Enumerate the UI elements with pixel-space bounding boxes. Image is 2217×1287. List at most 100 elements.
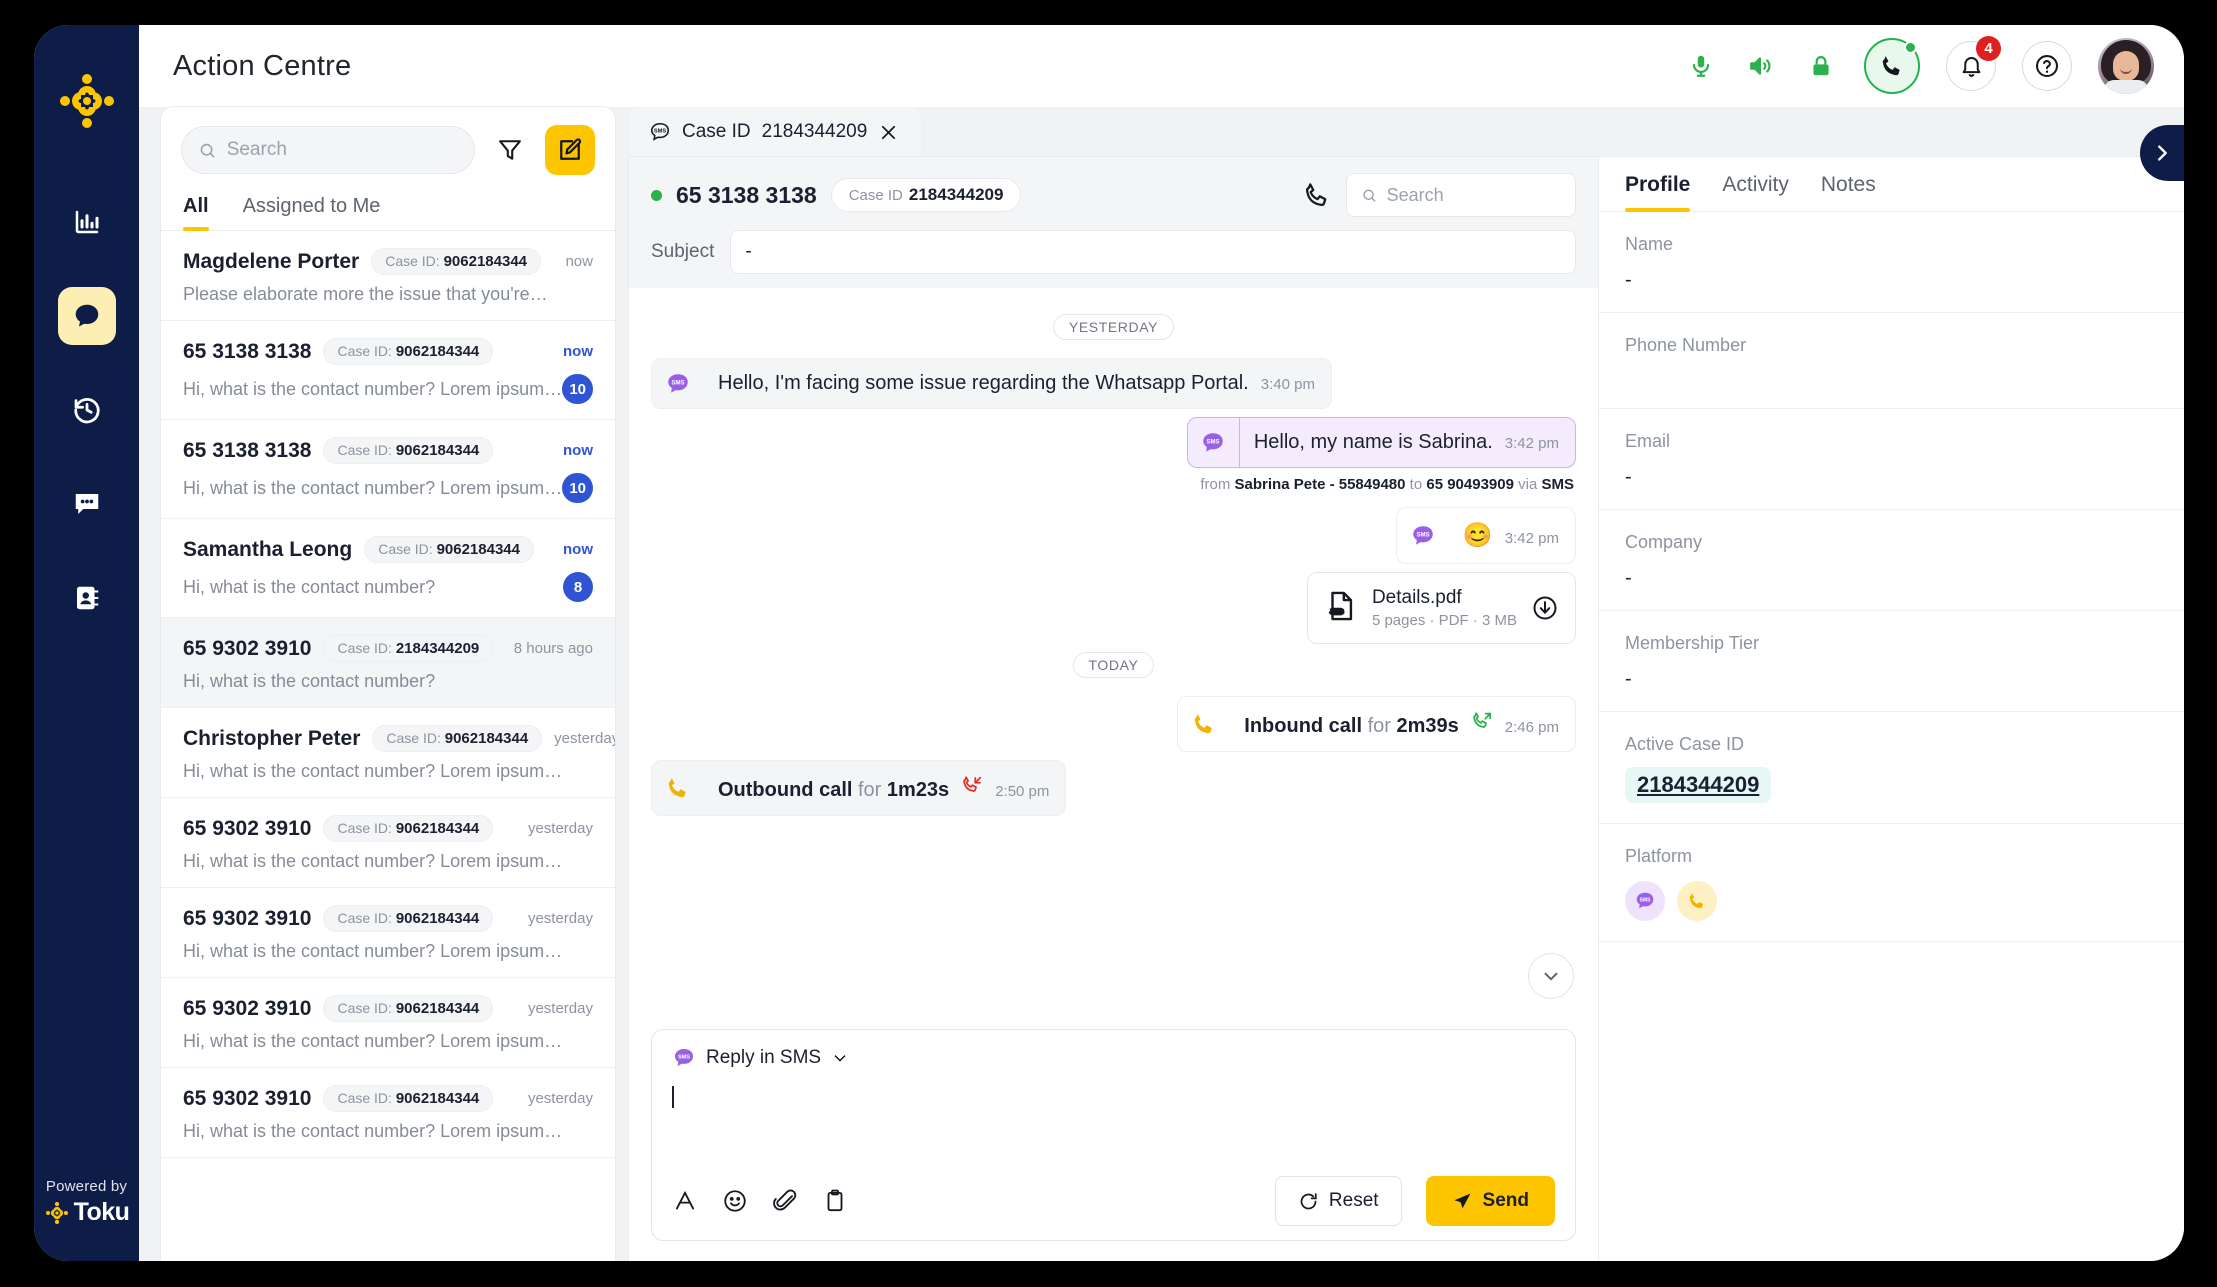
profile-panel: Profile Activity Notes Name - Phone Number… xyxy=(1598,157,2184,1261)
list-item-preview: Please elaborate more the issue that you… xyxy=(183,284,548,304)
send-label: Send xyxy=(1482,1190,1529,1211)
chevron-down-icon[interactable] xyxy=(831,1049,849,1067)
case-label: Case ID: xyxy=(337,1000,392,1016)
case-id: 9062184344 xyxy=(395,910,480,927)
sms-bubble-icon: SMS xyxy=(650,122,670,141)
chevron-down-icon[interactable] xyxy=(1528,953,1574,999)
tab-activity[interactable]: Activity xyxy=(1722,173,1789,211)
message-emoji: 😊 xyxy=(1462,522,1493,549)
call-entry[interactable]: Inbound call for 2m39s 2:46 pm xyxy=(1177,696,1576,752)
refresh-icon xyxy=(1300,1192,1317,1209)
thread-case-label: Case ID xyxy=(848,187,903,204)
profile-field-value: - xyxy=(1625,466,1632,488)
emoji-icon[interactable] xyxy=(722,1188,748,1214)
profile-tabs: Profile Activity Notes xyxy=(1599,157,2184,212)
list-item-case-pill: Case ID: 9062184344 xyxy=(364,536,534,563)
help-icon[interactable] xyxy=(2022,41,2072,91)
profile-field: Company - xyxy=(1599,510,2184,611)
sidebar-item-history[interactable] xyxy=(58,381,116,439)
sms-bubble-icon: SMS xyxy=(1413,525,1433,545)
message-bubble[interactable]: SMS Hello, I'm facing some issue regardin… xyxy=(651,358,1332,409)
list-item[interactable]: Magdelene Porter Case ID: 9062184344 now Pl… xyxy=(161,231,615,321)
list-item[interactable]: 65 9302 3910 Case ID: 9062184344 yesterday… xyxy=(161,888,615,978)
reset-button[interactable]: Reset xyxy=(1274,1176,1402,1226)
thread-search-box[interactable] xyxy=(1346,173,1576,217)
list-item[interactable]: 65 9302 3910 Case ID: 9062184344 yesterday… xyxy=(161,978,615,1068)
search-input[interactable] xyxy=(226,139,458,161)
download-icon[interactable] xyxy=(1531,594,1559,622)
attachment-icon[interactable] xyxy=(772,1188,798,1214)
list-item[interactable]: 65 9302 3910 Case ID: 9062184344 yesterday… xyxy=(161,1068,615,1158)
list-item-name: 65 3138 3138 xyxy=(183,339,312,363)
active-case-id-chip[interactable]: 2184344209 xyxy=(1625,767,1772,803)
compose-pencil-icon[interactable] xyxy=(545,125,595,175)
list-item-case-pill: Case ID: 9062184344 xyxy=(323,1085,494,1112)
message-bubble[interactable]: SMS 😊 3:42 pm xyxy=(1395,507,1576,564)
text-format-icon[interactable] xyxy=(672,1188,698,1214)
case-label: Case ID: xyxy=(337,910,392,926)
list-item-preview: Hi, what is the contact number? Lorem ip… xyxy=(183,851,563,871)
sms-channel-icon: SMS xyxy=(1188,418,1240,467)
message-row: SMS Hello, I'm facing some issue regardin… xyxy=(651,358,1576,409)
search-box[interactable] xyxy=(181,126,475,174)
thread-case-id: 2184344209 xyxy=(908,185,1004,204)
thread-case-pill: Case ID 2184344209 xyxy=(830,178,1022,212)
sms-bubble-icon: SMS xyxy=(1203,432,1224,452)
list-item[interactable]: Samantha Leong Case ID: 9062184344 now Hi, … xyxy=(161,519,615,618)
case-id: 2184344209 xyxy=(395,640,480,657)
reply-channel-selector[interactable]: SMS Reply in SMS xyxy=(672,1046,1555,1070)
list-item[interactable]: 65 3138 3138 Case ID: 9062184344 now Hi, wh… xyxy=(161,321,615,420)
list-item-preview: Hi, what is the contact number? xyxy=(183,576,436,597)
subject-label: Subject xyxy=(651,241,715,262)
tab-all[interactable]: All xyxy=(183,189,209,231)
chat-tab-case-id: 2184344209 xyxy=(761,121,868,142)
microphone-icon[interactable] xyxy=(1684,49,1718,83)
sms-platform-icon[interactable]: SMS xyxy=(1625,881,1665,921)
speaker-icon[interactable] xyxy=(1744,49,1778,83)
lock-icon[interactable] xyxy=(1804,49,1838,83)
sidebar-item-contacts[interactable] xyxy=(58,569,116,627)
sidebar-item-conversations[interactable] xyxy=(57,287,116,345)
powered-by-footer: Powered by Toku xyxy=(34,1178,139,1227)
app-window: Powered by Toku Action Centre 4 Search A… xyxy=(34,25,2184,1261)
day-separator: YESTERDAY xyxy=(651,314,1576,340)
message-time: 3:40 pm xyxy=(1260,376,1315,393)
message-row: Inbound call for 2m39s 2:46 pm xyxy=(651,696,1576,752)
phone-outline-icon[interactable] xyxy=(1302,180,1332,210)
list-item[interactable]: 65 9302 3910 Case ID: 9062184344 yesterday… xyxy=(161,798,615,888)
sidebar-item-analytics[interactable] xyxy=(58,193,116,251)
call-entry[interactable]: Outbound call for 1m23s 2:50 pm xyxy=(651,760,1067,816)
filter-funnel-icon[interactable] xyxy=(491,131,529,169)
avatar[interactable] xyxy=(2098,38,2154,94)
list-item-time: yesterday xyxy=(527,820,593,837)
list-item[interactable]: Christopher Peter Case ID: 9062184344 yest… xyxy=(161,708,615,798)
conversation-toolbar xyxy=(161,107,615,189)
conversation-list[interactable]: Magdelene Porter Case ID: 9062184344 now Pl… xyxy=(161,231,615,1261)
chat-tab[interactable]: SMS Case ID 2184344209 xyxy=(629,107,922,157)
tab-profile[interactable]: Profile xyxy=(1625,173,1691,212)
reply-textarea[interactable] xyxy=(672,1070,1555,1176)
top-bar: Action Centre 4 xyxy=(139,25,2184,107)
send-button[interactable]: Send xyxy=(1425,1176,1555,1226)
call-platform-icon[interactable] xyxy=(1677,881,1717,921)
sms-channel-icon: SMS xyxy=(652,359,704,408)
tab-assigned-to-me[interactable]: Assigned to Me xyxy=(243,189,381,230)
subject-field[interactable]: - xyxy=(730,230,1576,274)
phone-icon[interactable] xyxy=(1864,38,1920,94)
case-id: 9062184344 xyxy=(395,442,480,459)
toku-mark-icon xyxy=(45,1201,68,1224)
tab-notes[interactable]: Notes xyxy=(1821,173,1876,211)
file-attachment[interactable]: JPEG Details.pdf 5 pages · PDF · 3 MB xyxy=(1306,572,1576,644)
close-icon[interactable] xyxy=(878,122,899,143)
list-item-name: 65 3138 3138 xyxy=(183,438,312,462)
list-item-preview: Hi, what is the contact number? Lorem ip… xyxy=(183,1121,563,1141)
day-separator-label: TODAY xyxy=(1072,652,1155,678)
thread-search-input[interactable] xyxy=(1386,184,1561,206)
bell-icon[interactable]: 4 xyxy=(1946,36,2001,91)
list-item[interactable]: 65 9302 3910 Case ID: 2184344209 8 hours a… xyxy=(161,618,615,708)
list-item[interactable]: 65 3138 3138 Case ID: 9062184344 now Hi, wh… xyxy=(161,420,615,519)
message-bubble[interactable]: SMS Hello, my name is Sabrina. 3:42 pm xyxy=(1186,417,1576,468)
template-icon[interactable] xyxy=(822,1188,848,1214)
sidebar-item-messages[interactable] xyxy=(58,475,116,533)
case-id: 9062184344 xyxy=(444,730,529,747)
